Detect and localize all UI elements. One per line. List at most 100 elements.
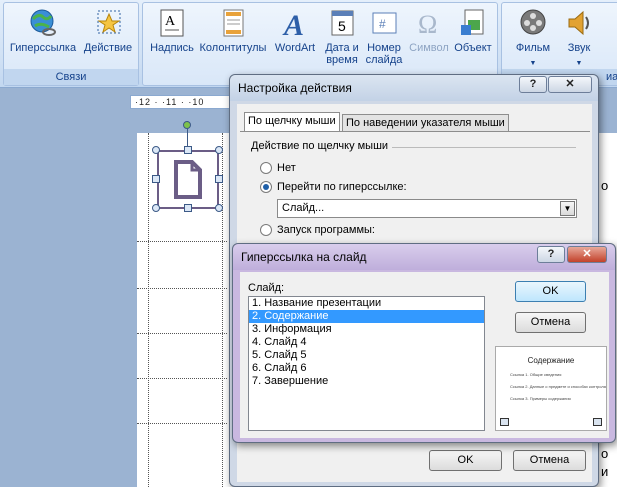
symbol-button-label: Символ [409,42,449,54]
svg-text:A: A [282,9,304,39]
action-button-shape[interactable] [157,150,219,209]
date-time-button[interactable]: 5 Дата и время [321,5,363,66]
wordart-button-label: WordArt [274,42,316,54]
header-footer-button[interactable]: Колонтитулы [197,5,269,54]
textbox-button-label: Надпись [150,42,194,54]
slide-list-item[interactable]: 5. Слайд 5 [249,349,484,362]
guide-line [137,241,227,242]
slide-edge-text-3: и [601,464,609,479]
resize-handle-ne[interactable] [215,146,223,154]
svg-text:Ω: Ω [418,10,437,39]
svg-text:#: # [379,17,386,31]
slide-edge-text: о [601,178,609,193]
preview-line: Ссылка 3. Примеры содержания [510,396,571,401]
hyperlink-target-value: Слайд... [282,202,325,214]
chevron-down-icon[interactable]: ▼ [560,201,575,216]
globe-link-icon [27,7,59,39]
object-button-label: Объект [454,42,492,54]
speaker-icon [563,7,595,39]
guide-line [137,288,227,289]
guide-line [222,133,223,487]
slide-number-label-l2: слайда [365,54,403,66]
slide-list-item[interactable]: 1. Название презентации [249,297,484,310]
slide-listbox[interactable]: 1. Название презентации 2. Содержание 3. И… [248,296,485,431]
object-icon [457,7,489,39]
document-icon [174,160,202,199]
radio-hyperlink[interactable] [260,181,272,193]
slide-dialog-title: Гиперссылка на слайд [241,250,367,264]
rotation-handle[interactable] [183,121,191,129]
resize-handle-se[interactable] [215,204,223,212]
slide-dialog-help-button[interactable]: ? [537,246,565,263]
calendar-icon: 5 [326,7,358,39]
click-action-section-label: Действие по щелчку мыши [251,140,389,152]
action-dialog-help-button[interactable]: ? [519,76,547,93]
radio-hyperlink-label: Перейти по гиперссылке: [277,181,407,193]
action-cancel-button[interactable]: Отмена [513,450,586,471]
slide-list-item[interactable]: 7. Завершение [249,375,484,388]
textbox-icon: A [156,7,188,39]
date-time-label-l2: время [326,54,358,66]
action-dialog-title: Настройка действия [238,81,352,95]
svg-text:A: A [165,14,176,29]
sound-button-label: Звук [567,42,591,54]
resize-handle-n[interactable] [184,146,192,154]
action-ok-button[interactable]: OK [429,450,502,471]
slide-preview: Содержание Ссылка 1. Общие сведения Ссыл… [495,346,607,431]
resize-handle-sw[interactable] [152,204,160,212]
hyperlink-button-label: Гиперссылка [9,42,77,54]
slide-list-item[interactable]: 4. Слайд 4 [249,336,484,349]
slide-cancel-button[interactable]: Отмена [515,312,586,333]
radio-none-label: Нет [277,162,296,174]
preview-forward-icon [593,418,602,426]
slide-ok-button[interactable]: OK [515,281,586,302]
ribbon-group-label-links: Связи [4,69,138,85]
preview-back-icon [500,418,509,426]
section-divider [392,147,576,148]
preview-title: Содержание [527,356,575,365]
svg-text:5: 5 [338,18,346,34]
action-button[interactable]: Действие [80,5,136,54]
movie-button-label: Фильм [515,42,551,54]
tab-on-click[interactable]: По щелчку мыши [244,112,340,132]
guide-line [148,133,149,487]
radio-run-program-label: Запуск программы: [277,224,375,236]
movie-button[interactable]: Фильм ▼ [510,5,556,70]
ribbon-group-links: Гиперссылка Действие Связи [3,2,139,86]
hyperlink-button[interactable]: Гиперссылка [8,5,78,54]
header-footer-button-label: Колонтитулы [199,42,267,54]
slide-number-button[interactable]: # Номер слайда [363,5,405,66]
tab-on-hover[interactable]: По наведении указателя мыши [342,114,509,132]
hyperlink-target-select[interactable]: Слайд... ▼ [277,199,577,218]
preview-line: Ссылка 2. Данные о предмете и способах к… [510,384,606,389]
resize-handle-e[interactable] [215,175,223,183]
resize-handle-nw[interactable] [152,146,160,154]
action-button-label: Действие [83,42,133,54]
guide-line [137,333,227,334]
omega-icon: Ω [413,7,445,39]
textbox-button[interactable]: A Надпись [147,5,197,54]
wordart-icon: A [279,7,311,42]
preview-line: Ссылка 1. Общие сведения [510,372,562,377]
guide-line [137,423,227,424]
slide-number-label-l1: Номер [367,42,401,54]
wordart-button[interactable]: A WordArt [269,5,321,54]
tab-panel-border [240,131,590,132]
sound-button[interactable]: Звук ▼ [558,5,600,70]
resize-handle-w[interactable] [152,175,160,183]
action-dialog-close-button[interactable]: ✕ [548,76,592,93]
radio-none[interactable] [260,162,272,174]
symbol-button[interactable]: Ω Символ [407,5,451,54]
vertical-ruler: ·12 · ·11 · ·10 [130,95,230,109]
resize-handle-s[interactable] [184,204,192,212]
slide-list-item[interactable]: 2. Содержание [249,310,484,323]
slide-list-item[interactable]: 3. Информация [249,323,484,336]
slide-list-label: Слайд: [248,282,285,294]
slide-number-icon: # [368,7,400,39]
object-button[interactable]: Объект [449,5,497,54]
slide-list-item[interactable]: 6. Слайд 6 [249,362,484,375]
slide-dialog-close-button[interactable]: ✕ [567,246,607,263]
film-reel-icon [517,7,549,39]
radio-run-program[interactable] [260,224,272,236]
star-action-icon [92,7,124,39]
